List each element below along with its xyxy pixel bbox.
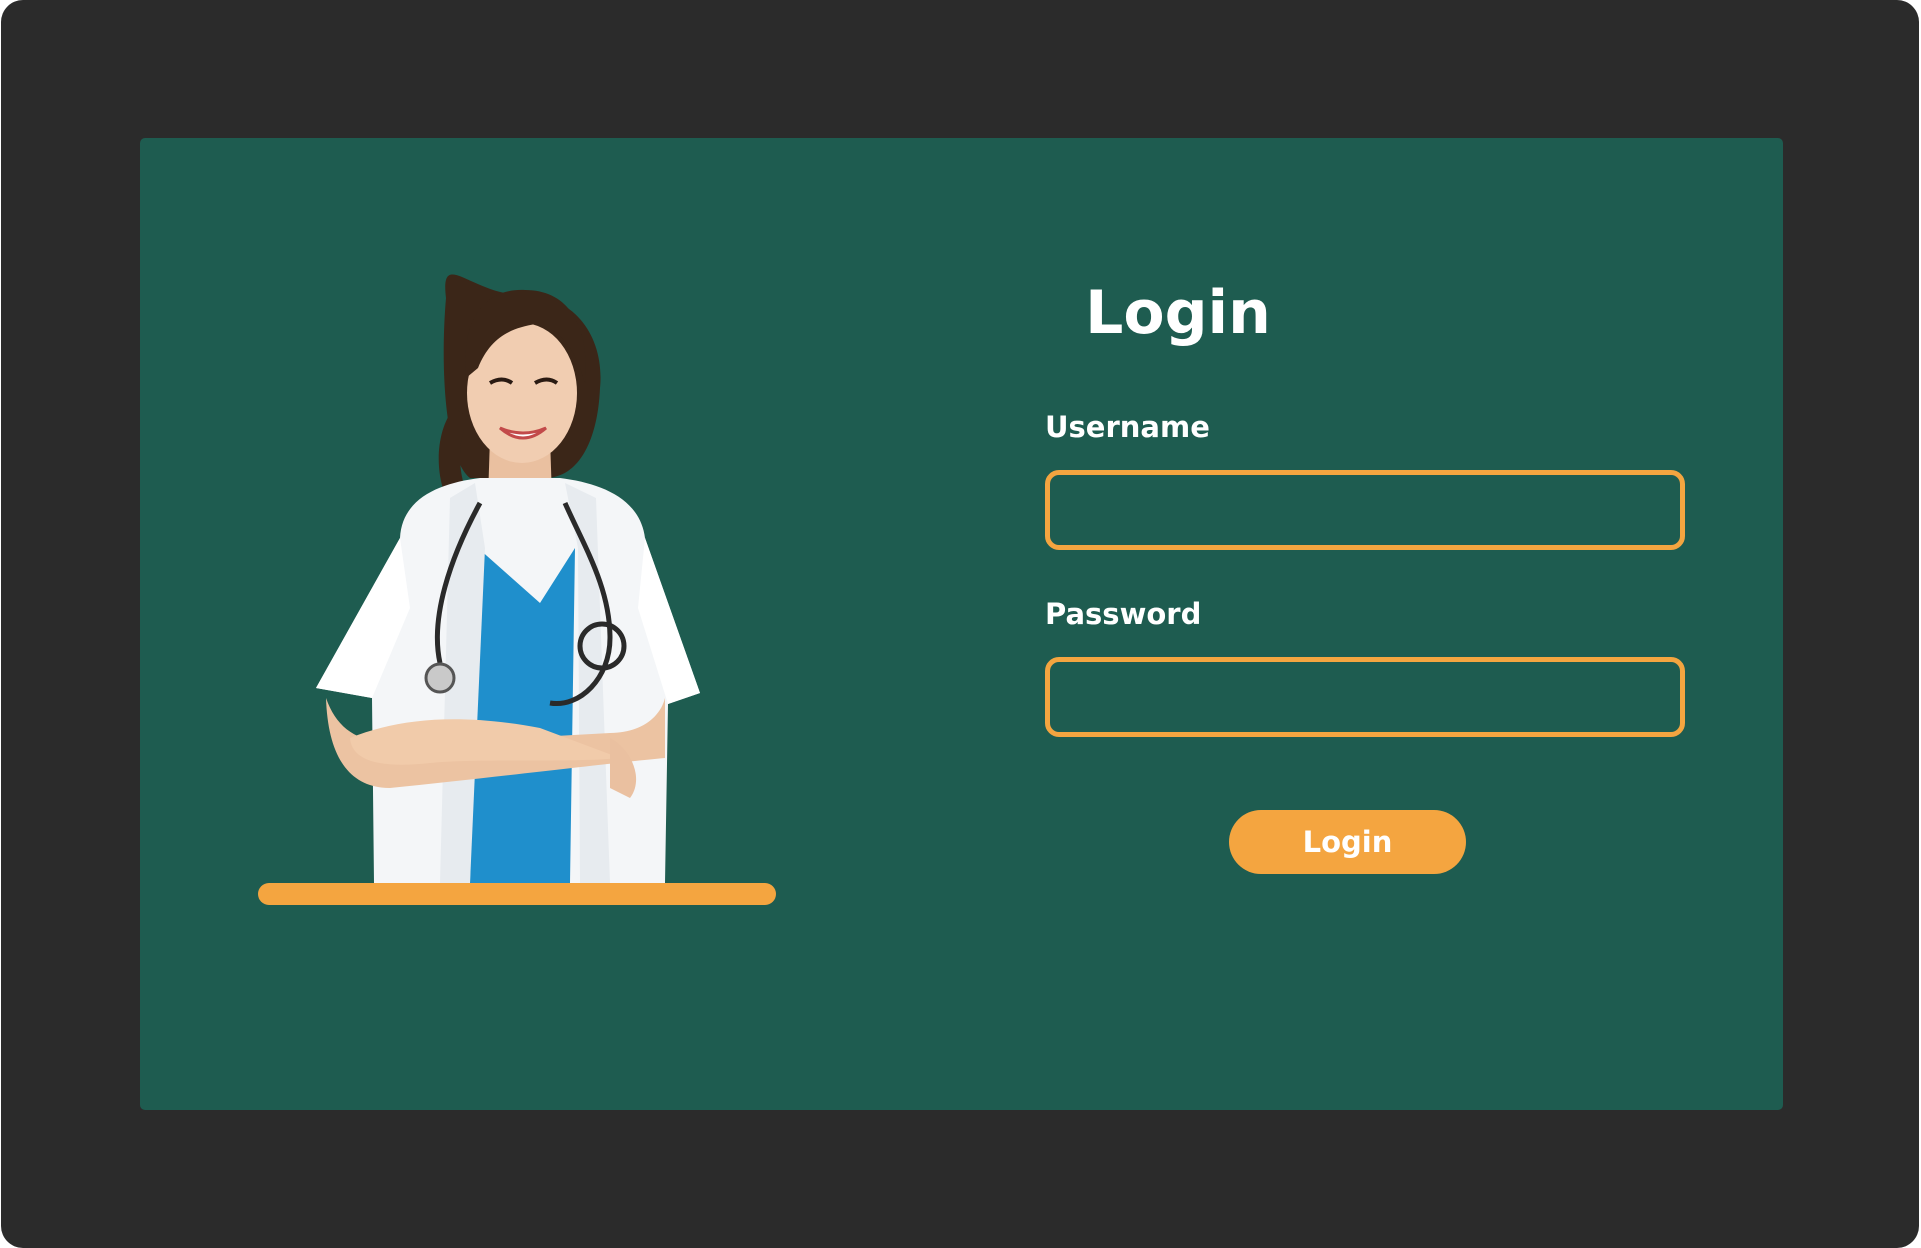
password-label: Password: [1045, 597, 1202, 631]
app-frame: Login Username Password Login: [1, 0, 1919, 1248]
platform-bar: [258, 883, 776, 905]
scrubs: [470, 548, 575, 883]
username-label: Username: [1045, 410, 1210, 444]
login-panel: Login Username Password Login: [140, 138, 1783, 1110]
username-input[interactable]: [1045, 470, 1685, 550]
login-button[interactable]: Login: [1229, 810, 1466, 874]
password-input[interactable]: [1045, 657, 1685, 737]
stethoscope-chest: [424, 662, 456, 694]
login-title: Login: [1085, 278, 1271, 348]
